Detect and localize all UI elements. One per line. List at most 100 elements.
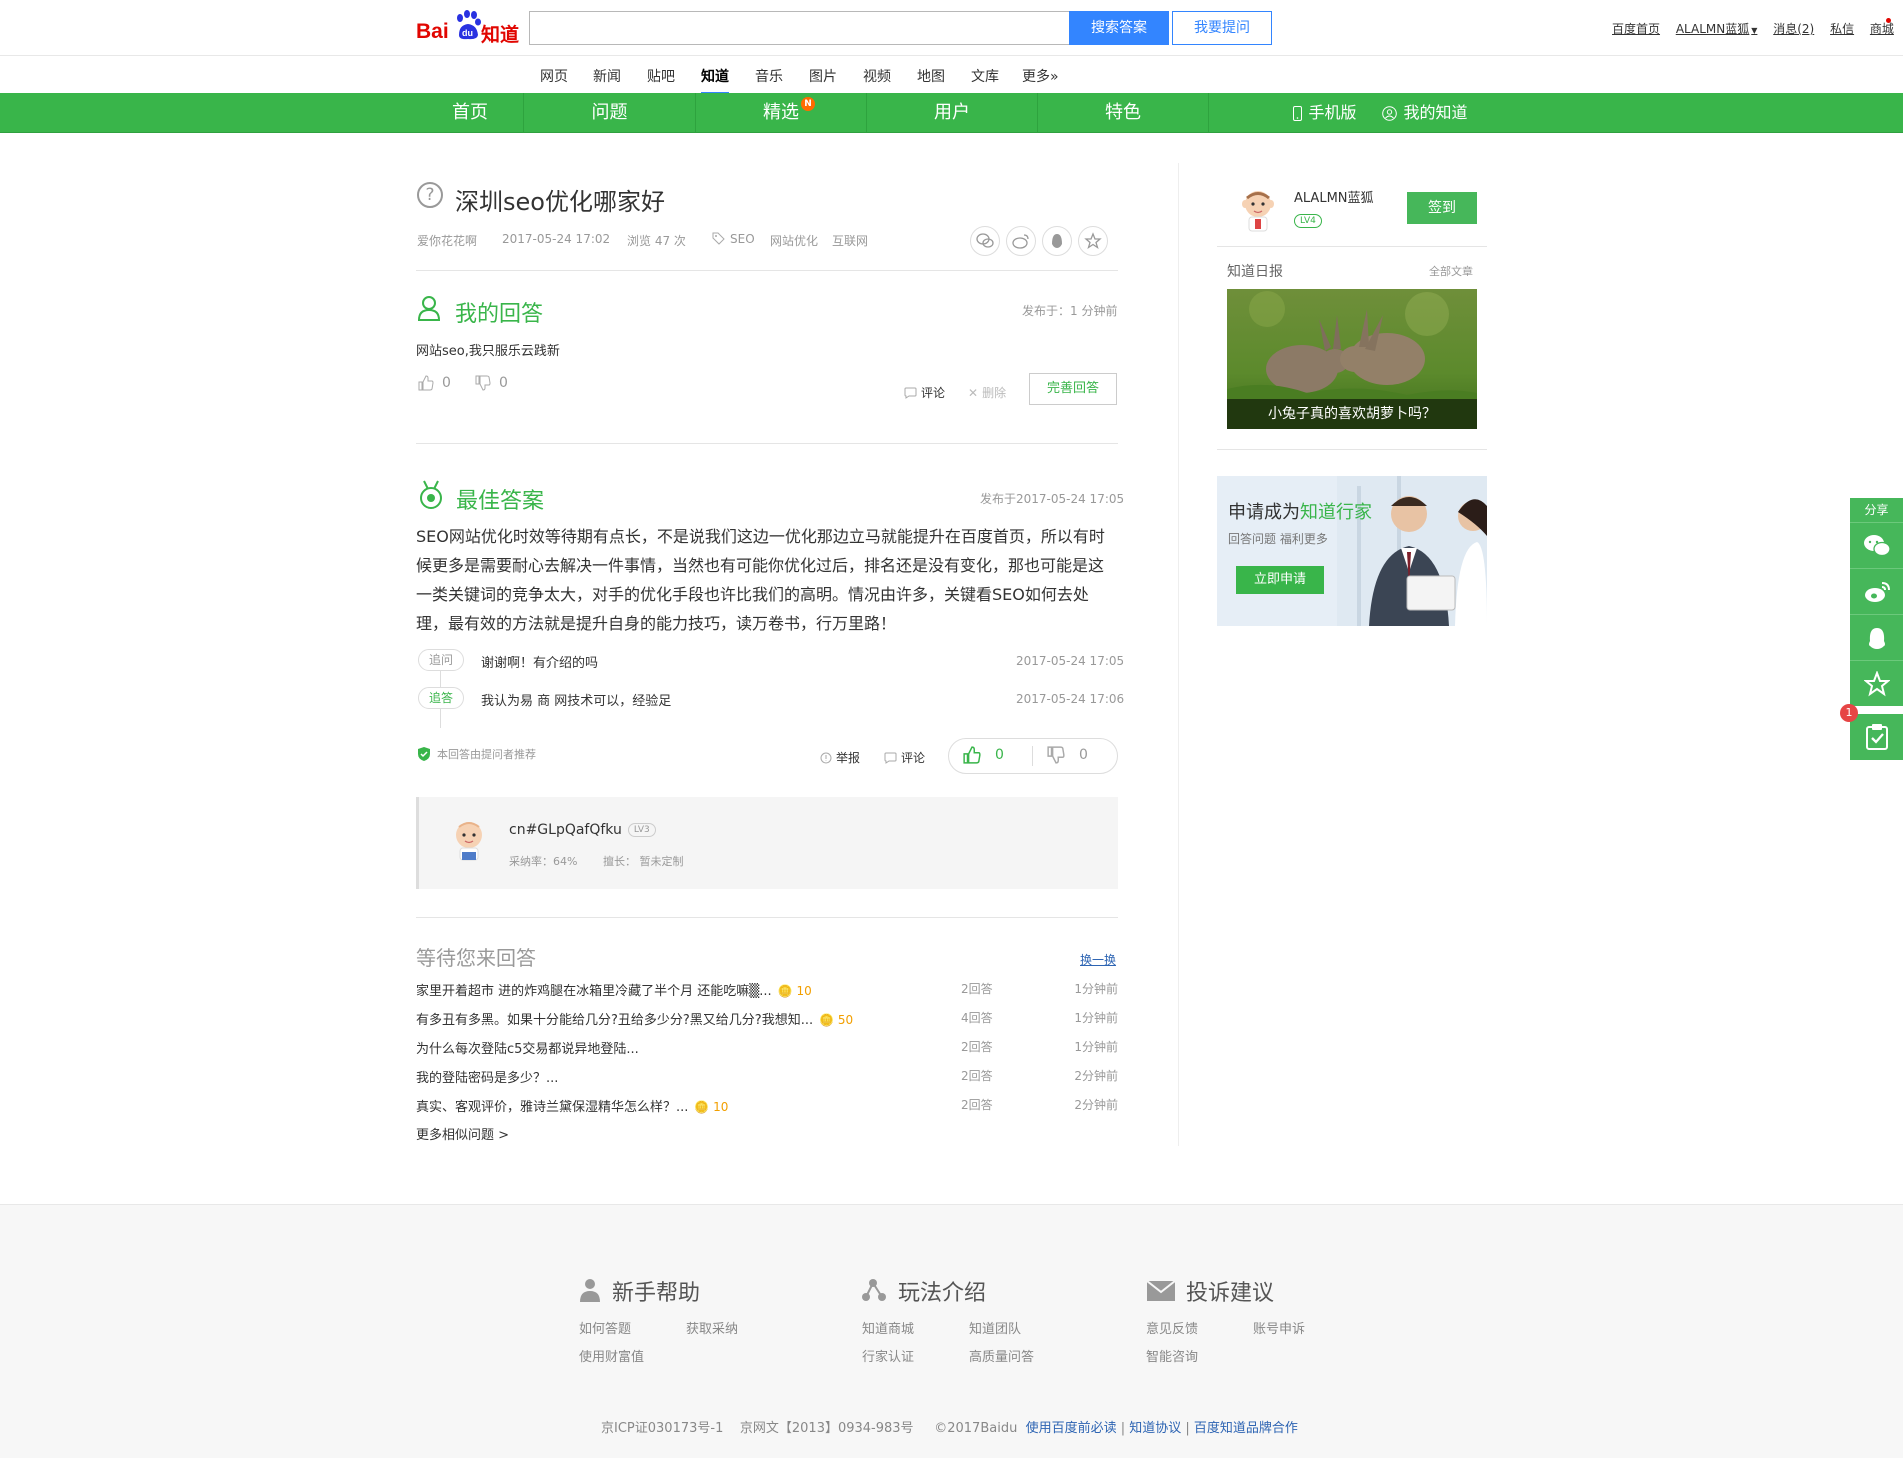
- best-downvote-button[interactable]: 0: [1047, 746, 1088, 764]
- nav-special[interactable]: 特色: [1038, 93, 1208, 133]
- baidu-home-link[interactable]: 百度首页: [1612, 22, 1660, 36]
- list-item-answers: 2回答: [961, 982, 993, 996]
- list-item[interactable]: 有多丑有多黑。如果十分能给几分?丑给多少分?黑又给几分?我想知... 🪙 50 4…: [416, 1009, 1118, 1028]
- answerer-avatar[interactable]: [449, 817, 489, 863]
- footer-link-account-appeal[interactable]: 账号申诉: [1253, 1318, 1305, 1337]
- envelope-icon: [1147, 1281, 1175, 1301]
- best-comment-button[interactable]: 评论: [884, 749, 925, 766]
- channel-map[interactable]: 地图: [917, 66, 945, 86]
- channel-more[interactable]: 更多»: [1022, 66, 1059, 86]
- daily-article-image[interactable]: 小兔子真的喜欢胡萝卜吗？: [1227, 289, 1477, 429]
- nav-my-zhidao[interactable]: 我的知道: [1370, 93, 1480, 133]
- sign-in-button[interactable]: 签到: [1407, 192, 1477, 224]
- apply-now-button[interactable]: 立即申请: [1236, 566, 1324, 594]
- list-item[interactable]: 我的登陆密码是多少？... 2回答 2分钟前: [416, 1067, 1118, 1086]
- asker-name[interactable]: 爱你花花啊: [417, 232, 477, 249]
- messages-link[interactable]: 消息(2): [1773, 22, 1814, 36]
- footer-gameplay-title: 玩法介绍: [898, 1281, 987, 1306]
- brand-cooperation-link[interactable]: 百度知道品牌合作: [1194, 1421, 1298, 1436]
- nav-questions[interactable]: 问题: [524, 93, 695, 133]
- footer-link-smart-consult[interactable]: 智能咨询: [1146, 1346, 1198, 1365]
- footer-link-mall[interactable]: 知道商城: [862, 1318, 914, 1337]
- float-qq-button[interactable]: [1850, 614, 1903, 660]
- tag-icon: [712, 232, 725, 245]
- answerer-name[interactable]: cn#GLpQafQfku: [509, 822, 622, 838]
- channel-image[interactable]: 图片: [809, 66, 837, 86]
- list-item[interactable]: 真实、客观评价，雅诗兰黛保湿精华怎么样？... 🪙 10 2回答 2分钟前: [416, 1096, 1118, 1115]
- ask-question-button[interactable]: 我要提问: [1172, 11, 1272, 45]
- my-answer-comment-button[interactable]: 评论: [904, 384, 945, 401]
- sidebar-username[interactable]: ALALMN蓝狐: [1294, 187, 1374, 206]
- comment-bubble-icon: [884, 752, 897, 764]
- list-item-question[interactable]: 真实、客观评价，雅诗兰黛保湿精华怎么样？...: [416, 1100, 688, 1115]
- tag-internet[interactable]: 互联网: [832, 232, 868, 249]
- channel-zhidao[interactable]: 知道: [701, 66, 729, 94]
- recommended-note: 本回答由提问者推荐: [417, 746, 536, 762]
- username-menu[interactable]: ALALMN蓝狐 ▼: [1676, 22, 1758, 36]
- list-item-question[interactable]: 家里开着超市 进的炸鸡腿在冰箱里冷藏了半个月 还能吃嘛▒...: [416, 984, 772, 999]
- coin-reward: 🪙 10: [694, 1100, 729, 1114]
- my-answer-upvote[interactable]: 0: [418, 375, 451, 391]
- agreement-link[interactable]: 知道协议: [1129, 1421, 1181, 1436]
- channel-video[interactable]: 视频: [863, 66, 891, 86]
- ad-title: 申请成为知道行家: [1228, 498, 1372, 524]
- list-item[interactable]: 家里开着超市 进的炸鸡腿在冰箱里冷藏了半个月 还能吃嘛▒... 🪙 10 2回答 …: [416, 980, 1118, 999]
- best-upvote-button[interactable]: 0: [963, 746, 1004, 764]
- list-item-question[interactable]: 为什么每次登陆c5交易都说异地登陆...: [416, 1042, 639, 1057]
- private-message-link[interactable]: 私信: [1830, 22, 1854, 36]
- share-header: 分享: [1850, 498, 1903, 522]
- channel-tieba[interactable]: 贴吧: [647, 66, 675, 86]
- separator: |: [1120, 1421, 1130, 1436]
- nav-mobile[interactable]: 手机版: [1270, 93, 1380, 133]
- float-weibo-button[interactable]: [1850, 568, 1903, 614]
- footer-link-use-wealth[interactable]: 使用财富值: [579, 1346, 644, 1365]
- share-qq-button[interactable]: [1042, 226, 1072, 256]
- my-answer-downvote[interactable]: 0: [475, 375, 508, 391]
- channel-news[interactable]: 新闻: [593, 66, 621, 86]
- nav-users[interactable]: 用户: [867, 93, 1037, 133]
- search-input[interactable]: [529, 11, 1069, 45]
- more-similar-link[interactable]: 更多相似问题 >: [416, 1124, 509, 1143]
- task-count-badge: 1: [1840, 704, 1858, 722]
- all-articles-link[interactable]: 全部文章: [1429, 263, 1473, 279]
- footer-link-team[interactable]: 知道团队: [969, 1318, 1021, 1337]
- my-answer-delete-button[interactable]: ✕ 删除: [968, 384, 1006, 401]
- must-read-link[interactable]: 使用百度前必读: [1026, 1421, 1117, 1436]
- tag-website-optimization[interactable]: 网站优化: [770, 232, 818, 249]
- downvote-count: 0: [499, 375, 508, 391]
- footer-link-quality-qa[interactable]: 高质量问答: [969, 1346, 1034, 1365]
- recommended-label: 本回答由提问者推荐: [437, 748, 536, 761]
- float-favorite-button[interactable]: [1850, 660, 1903, 706]
- float-wechat-button[interactable]: [1850, 522, 1903, 568]
- channel-wenku[interactable]: 文库: [971, 66, 999, 86]
- float-task-button[interactable]: [1850, 714, 1903, 760]
- separator: |: [1185, 1421, 1194, 1436]
- channel-music[interactable]: 音乐: [755, 66, 783, 86]
- share-weibo-button[interactable]: [1006, 226, 1036, 256]
- list-item-question[interactable]: 有多丑有多黑。如果十分能给几分?丑给多少分?黑又给几分?我想知...: [416, 1013, 813, 1028]
- search-answer-button[interactable]: 搜索答案: [1069, 11, 1169, 45]
- favorite-button[interactable]: [1078, 226, 1108, 256]
- refresh-link[interactable]: 换一换: [1080, 951, 1116, 968]
- channel-web[interactable]: 网页: [540, 66, 568, 86]
- ad-title-prefix: 申请成为: [1228, 502, 1300, 523]
- best-answer-title: 最佳答案: [456, 489, 545, 514]
- username-label: ALALMN蓝狐: [1675, 22, 1750, 36]
- footer-link-how-to-answer[interactable]: 如何答题: [579, 1318, 631, 1337]
- sidebar-user-avatar[interactable]: [1236, 186, 1280, 234]
- report-button[interactable]: 举报: [820, 749, 860, 766]
- improve-answer-button[interactable]: 完善回答: [1029, 373, 1117, 405]
- list-item-question[interactable]: 我的登陆密码是多少？...: [416, 1071, 558, 1086]
- baidu-zhidao-logo[interactable]: Bai du 知道: [416, 6, 520, 46]
- nav-featured[interactable]: 精选: [696, 93, 866, 133]
- mall-link[interactable]: 商城: [1870, 22, 1894, 36]
- footer-link-expert-cert[interactable]: 行家认证: [862, 1346, 914, 1365]
- footer-link-get-adopted[interactable]: 获取采纳: [686, 1318, 738, 1337]
- expert-apply-banner[interactable]: 申请成为知道行家 回答问题 福利更多 立即申请: [1217, 476, 1487, 626]
- share-wechat-button[interactable]: [970, 226, 1000, 256]
- coin-amount: 10: [796, 984, 812, 998]
- list-item[interactable]: 为什么每次登陆c5交易都说异地登陆... 2回答 1分钟前: [416, 1038, 1118, 1057]
- tag-seo[interactable]: SEO: [730, 232, 755, 246]
- nav-home[interactable]: 首页: [416, 93, 524, 133]
- footer-link-feedback[interactable]: 意见反馈: [1146, 1318, 1198, 1337]
